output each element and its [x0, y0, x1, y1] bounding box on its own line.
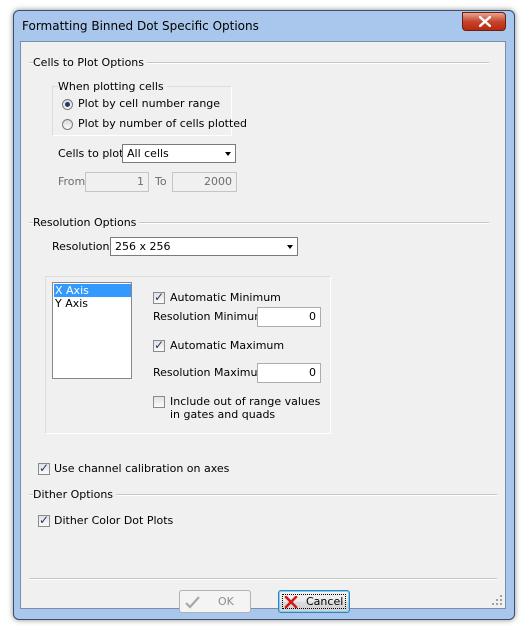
resize-grip-icon[interactable] — [491, 594, 503, 606]
resolution-label: Resolution — [52, 240, 110, 253]
to-label: To — [155, 175, 167, 188]
plot-by-number-label[interactable]: Plot by number of cells plotted — [78, 117, 247, 130]
auto-min-checkbox[interactable] — [153, 290, 165, 304]
cells-group-label: Cells to Plot Options — [33, 56, 147, 69]
cells-to-plot-select[interactable]: All cells — [122, 144, 236, 163]
plot-by-range-label[interactable]: Plot by cell number range — [78, 97, 220, 110]
res-max-label: Resolution Maximum — [153, 366, 269, 379]
chevron-down-icon — [287, 245, 293, 249]
resolution-select[interactable]: 256 x 256 — [110, 237, 298, 256]
cancel-x-icon — [284, 596, 298, 609]
cells-to-plot-value: All cells — [127, 147, 169, 160]
ok-button[interactable]: OK — [179, 590, 251, 613]
axis-list[interactable]: X Axis Y Axis — [52, 282, 132, 379]
dither-checkbox[interactable] — [38, 513, 50, 527]
chevron-down-icon — [225, 152, 231, 156]
auto-min-label[interactable]: Automatic Minimum — [170, 291, 281, 304]
to-field[interactable]: 2000 — [172, 172, 237, 192]
dialog-window: Formatting Binned Dot Specific Options C… — [13, 10, 515, 620]
axis-list-item-x[interactable]: X Axis — [54, 284, 131, 297]
res-max-field[interactable]: 0 — [257, 363, 321, 383]
close-icon — [479, 16, 491, 27]
close-button[interactable] — [462, 12, 506, 31]
res-min-field[interactable]: 0 — [257, 307, 321, 327]
dither-group-label: Dither Options — [33, 488, 117, 501]
resolution-group-label: Resolution Options — [33, 216, 140, 229]
axis-list-item-y[interactable]: Y Axis — [54, 297, 131, 310]
include-oor-checkbox[interactable] — [153, 396, 165, 408]
auto-max-checkbox[interactable] — [153, 338, 165, 352]
checkmark-icon — [185, 596, 200, 609]
cancel-label: Cancel — [306, 595, 344, 608]
bottom-divider — [29, 578, 497, 580]
calibration-checkbox[interactable] — [38, 461, 50, 475]
res-min-label: Resolution Minimum — [153, 310, 265, 323]
plot-by-number-radio[interactable] — [62, 119, 73, 130]
window-title: Formatting Binned Dot Specific Options — [22, 19, 259, 33]
when-plotting-label: When plotting cells — [58, 80, 167, 93]
from-field[interactable]: 1 — [85, 172, 149, 192]
include-oor-label-line1: Include out of range values — [170, 395, 321, 408]
include-oor-label-line2: in gates and quads — [170, 408, 276, 421]
auto-max-label[interactable]: Automatic Maximum — [170, 339, 284, 352]
dither-label[interactable]: Dither Color Dot Plots — [54, 514, 173, 527]
include-oor-label[interactable]: Include out of range values in gates and… — [170, 395, 320, 421]
calibration-label[interactable]: Use channel calibration on axes — [54, 462, 229, 475]
ok-label: OK — [218, 595, 234, 608]
dialog-client-area: Cells to Plot Options When plotting cell… — [20, 41, 506, 613]
cells-to-plot-label: Cells to plot — [58, 147, 124, 160]
plot-by-range-radio[interactable] — [62, 99, 73, 110]
resolution-value: 256 x 256 — [115, 240, 171, 253]
from-label: From — [58, 175, 86, 188]
cancel-button[interactable]: Cancel — [278, 590, 350, 613]
